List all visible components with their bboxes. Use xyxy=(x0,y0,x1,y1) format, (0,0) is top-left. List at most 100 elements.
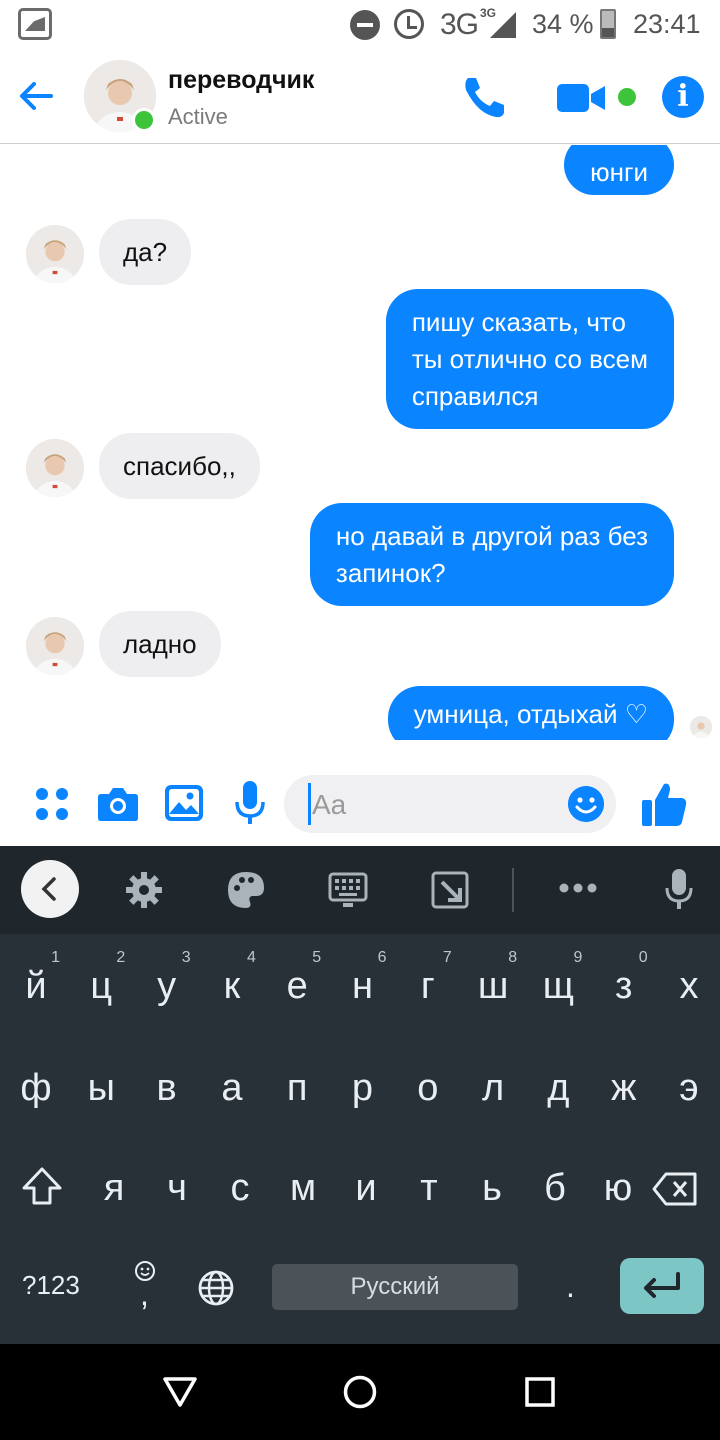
space-key[interactable]: Русский xyxy=(272,1264,518,1310)
comma-key[interactable]: , xyxy=(140,1276,149,1313)
key-row2-8[interactable]: д xyxy=(528,1048,588,1128)
more-dots-icon[interactable] xyxy=(558,882,598,894)
do-not-disturb-icon xyxy=(350,10,380,40)
avatar xyxy=(26,617,84,675)
microphone-icon[interactable] xyxy=(234,780,266,826)
key-row3-2[interactable]: с xyxy=(210,1148,270,1228)
contact-name[interactable]: переводчик xyxy=(168,66,314,95)
key-row2-7[interactable]: л xyxy=(463,1048,523,1128)
nav-back-triangle-icon[interactable] xyxy=(162,1376,198,1408)
video-camera-icon[interactable] xyxy=(555,78,607,118)
key-4[interactable]: е5 xyxy=(267,946,327,1026)
key-8[interactable]: щ9 xyxy=(528,946,588,1026)
nav-recents-square-icon[interactable] xyxy=(524,1376,556,1408)
key-label: г xyxy=(420,965,435,1007)
key-row2-10[interactable]: э xyxy=(659,1048,719,1128)
message-bubble-incoming[interactable]: спасибо,, xyxy=(99,433,260,499)
key-row2-2[interactable]: в xyxy=(137,1048,197,1128)
contact-status: Active xyxy=(168,104,228,129)
settings-gear-icon[interactable] xyxy=(124,870,164,910)
key-number-hint: 3 xyxy=(181,949,191,966)
camera-icon[interactable] xyxy=(97,784,139,822)
message-bubble-outgoing[interactable]: но давай в другой раз без запинок? xyxy=(309,503,674,606)
avatar xyxy=(26,225,84,283)
message-bubble-outgoing[interactable]: умница, отдыхай ♡ xyxy=(387,686,674,740)
key-number-hint: 2 xyxy=(116,949,126,966)
key-row2-6[interactable]: о xyxy=(398,1048,458,1128)
microphone-icon[interactable] xyxy=(664,868,694,912)
keyboard-icon[interactable] xyxy=(328,870,368,910)
message-line: справился xyxy=(411,380,539,411)
key-number-hint: 8 xyxy=(508,949,518,966)
key-5[interactable]: н6 xyxy=(333,946,393,1026)
globe-icon[interactable] xyxy=(196,1268,236,1308)
key-9[interactable]: з0 xyxy=(594,946,654,1026)
key-label: н xyxy=(352,965,373,1007)
key-row2-9[interactable]: ж xyxy=(594,1048,654,1128)
key-label: й xyxy=(25,965,47,1007)
key-row3-0[interactable]: я xyxy=(84,1148,144,1228)
key-3[interactable]: к4 xyxy=(202,946,262,1026)
period-key[interactable]: . xyxy=(566,1268,575,1305)
key-row2-3[interactable]: а xyxy=(202,1048,262,1128)
gallery-image-icon[interactable] xyxy=(164,784,204,822)
keyboard: й1ц2у3к4е5н6г7ш8щ9з0х фывапролджэ ячсмит… xyxy=(0,846,720,1344)
message-input[interactable]: Aa xyxy=(284,775,616,833)
message-bubble-incoming[interactable]: ладно xyxy=(99,611,221,677)
key-number-hint: 4 xyxy=(246,949,256,966)
key-1[interactable]: ц2 xyxy=(71,946,131,1026)
network-type-superscript: 3G xyxy=(480,6,497,20)
message-bubble-incoming[interactable]: да? xyxy=(99,219,192,285)
key-row3-4[interactable]: и xyxy=(336,1148,396,1228)
message-thread[interactable]: юнги да? пишу сказать, что ты отлично со… xyxy=(0,145,720,740)
message-bubble-outgoing[interactable]: юнги xyxy=(564,145,674,195)
key-number-hint: 0 xyxy=(638,949,648,966)
key-row2-1[interactable]: ы xyxy=(71,1048,131,1128)
video-active-dot xyxy=(618,88,636,106)
keyboard-toolbar xyxy=(0,846,720,934)
message-bubble-outgoing[interactable]: пишу сказать, что ты отлично со всем спр… xyxy=(385,289,674,429)
key-label: щ xyxy=(542,965,575,1007)
backspace-icon[interactable] xyxy=(652,1172,698,1206)
key-row3-6[interactable]: ь xyxy=(462,1148,522,1228)
palette-icon[interactable] xyxy=(226,870,266,910)
message-text: умница, отдыхай ♡ xyxy=(413,698,648,729)
key-row3-3[interactable]: м xyxy=(273,1148,333,1228)
message-composer: Aa xyxy=(0,740,720,846)
seen-indicator-avatar xyxy=(690,716,712,738)
key-0[interactable]: й1 xyxy=(6,946,66,1026)
key-10[interactable]: х xyxy=(659,946,719,1026)
key-row3-5[interactable]: т xyxy=(399,1148,459,1228)
emoji-icon[interactable] xyxy=(568,786,604,822)
key-label: у xyxy=(157,965,177,1007)
message-text: да? xyxy=(123,236,168,267)
key-6[interactable]: г7 xyxy=(398,946,458,1026)
phone-icon[interactable] xyxy=(460,74,510,120)
enter-key[interactable] xyxy=(620,1258,704,1314)
key-2[interactable]: у3 xyxy=(137,946,197,1026)
key-number-hint: 6 xyxy=(377,949,387,966)
active-status-dot xyxy=(132,108,156,132)
back-chevron-icon[interactable] xyxy=(21,860,79,918)
info-icon[interactable]: i xyxy=(662,76,704,118)
key-row3-7[interactable]: б xyxy=(525,1148,585,1228)
message-text: ладно xyxy=(123,628,197,659)
key-7[interactable]: ш8 xyxy=(463,946,523,1026)
key-row3-1[interactable]: ч xyxy=(147,1148,207,1228)
apps-grid-icon[interactable] xyxy=(34,786,70,822)
avatar xyxy=(26,439,84,497)
back-arrow-icon[interactable] xyxy=(18,78,54,114)
nav-home-circle-icon[interactable] xyxy=(342,1374,378,1410)
alarm-icon xyxy=(394,9,424,39)
shift-icon[interactable] xyxy=(20,1166,64,1206)
key-row3-8[interactable]: ю xyxy=(588,1148,648,1228)
key-row2-0[interactable]: ф xyxy=(6,1048,66,1128)
resize-icon[interactable] xyxy=(430,870,470,910)
key-label: е xyxy=(286,965,308,1007)
battery-icon xyxy=(600,9,616,39)
key-row2-4[interactable]: п xyxy=(267,1048,327,1128)
key-number-hint: 1 xyxy=(51,949,60,966)
thumbs-up-icon[interactable] xyxy=(640,780,688,828)
symbols-key[interactable]: ?123 xyxy=(22,1270,80,1301)
key-row2-5[interactable]: р xyxy=(333,1048,393,1128)
